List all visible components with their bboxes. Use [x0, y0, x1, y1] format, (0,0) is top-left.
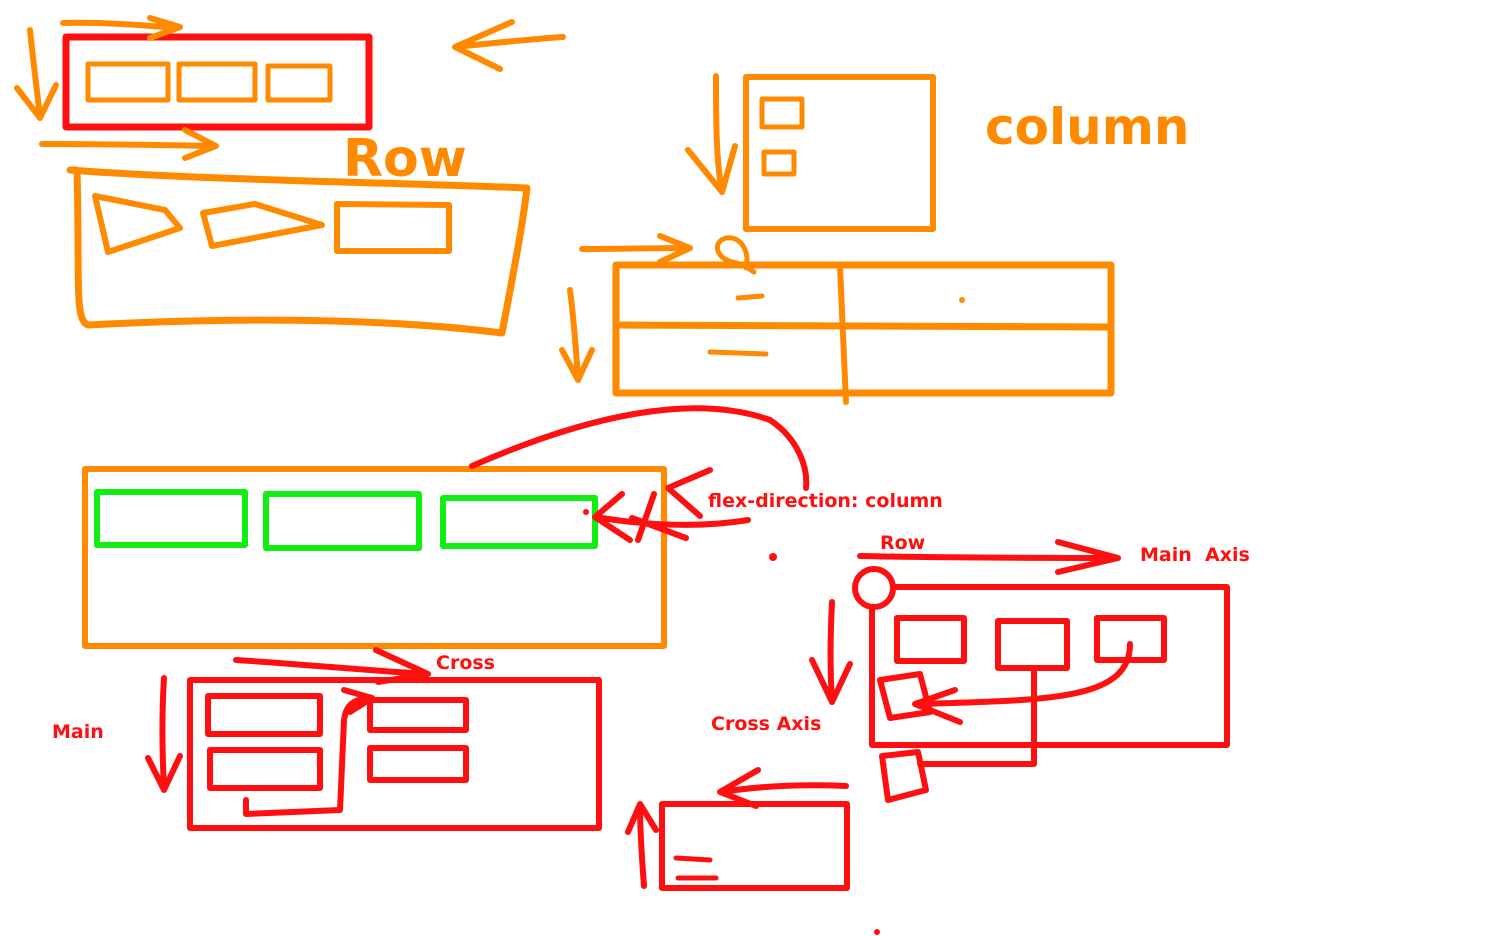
- row-small-label: Row: [880, 532, 925, 554]
- flexbox-sketch-canvas: Row column flex-direction: column Row Ma…: [0, 0, 1511, 936]
- cross-label: Cross: [436, 652, 495, 674]
- green-item-1: [94, 489, 248, 548]
- curve-arrow-container-icon: [469, 405, 810, 491]
- red-dot-bottom: [874, 929, 880, 935]
- sketchy-shape-2: [200, 201, 325, 249]
- grid-hline: [614, 321, 1114, 331]
- small-box: [659, 801, 850, 891]
- column-item-2: [761, 149, 797, 177]
- col-axis-item-4: [367, 745, 469, 783]
- main-axis-label: Main Axis: [1140, 544, 1250, 566]
- grid-dot: [959, 297, 965, 303]
- grid-sketch: [559, 233, 1115, 405]
- origin-circle: [852, 566, 896, 610]
- grid-dash-2: [707, 349, 769, 357]
- row-item-2: [176, 61, 258, 103]
- red-dot-2: [769, 553, 777, 561]
- column-example: column: [685, 73, 1189, 232]
- wrapped-item-2: [879, 749, 929, 803]
- column-axis-diagram: Cross Main: [52, 647, 602, 831]
- small-box-dash-1: [673, 855, 713, 863]
- main-label: Main: [52, 721, 104, 743]
- row-example-top: Row: [14, 15, 566, 189]
- arrow-up-box-icon: [625, 801, 659, 889]
- sketch-drawing: Row column flex-direction: column Row Ma…: [14, 15, 1250, 935]
- sketchy-shape-1: [92, 193, 183, 255]
- wrapped-item-1: [877, 671, 933, 721]
- axis-row-diagram: Row Main Axis Cross Axis: [711, 532, 1250, 803]
- arrow-right-grid-icon: [579, 233, 693, 265]
- sketchy-shape-3: [334, 201, 452, 254]
- row-item-3: [265, 63, 333, 103]
- col-axis-item-3: [367, 697, 469, 733]
- bottom-small-box: [625, 767, 880, 935]
- axis-item-2: [995, 618, 1070, 671]
- cross-axis-label: Cross Axis: [711, 713, 821, 735]
- col-axis-item-2: [207, 747, 323, 791]
- axis-item-1: [894, 615, 967, 664]
- flex-direction-label: flex-direction: column: [708, 490, 943, 512]
- main-arrow-down-icon: [145, 675, 183, 793]
- arrow-down-grid-icon: [559, 287, 595, 383]
- grid-vline: [837, 263, 849, 405]
- arrow-down-column-icon: [685, 73, 738, 195]
- flex-container-green: flex-direction: column: [82, 405, 943, 649]
- arrow-strokes-icon: [629, 467, 713, 543]
- row-item-1: [85, 61, 171, 103]
- arrow-down-left-icon: [14, 27, 59, 121]
- cross-axis-arrow-icon: [809, 599, 853, 705]
- arrow-left-top-icon: [452, 19, 566, 72]
- column-label: column: [985, 98, 1189, 156]
- column-item-1: [759, 96, 805, 130]
- green-item-3: [440, 495, 598, 549]
- col-axis-item-1: [205, 693, 323, 737]
- arrow-right-under-icon: [39, 127, 219, 161]
- sketchy-row-container: [66, 166, 531, 337]
- arrow-left-box-icon: [717, 767, 849, 809]
- row-container: [62, 33, 373, 131]
- red-dot-1: [583, 509, 589, 515]
- sketchy-container-outline: [66, 166, 531, 337]
- green-item-2: [263, 491, 422, 551]
- grid-dash-1: [735, 293, 765, 301]
